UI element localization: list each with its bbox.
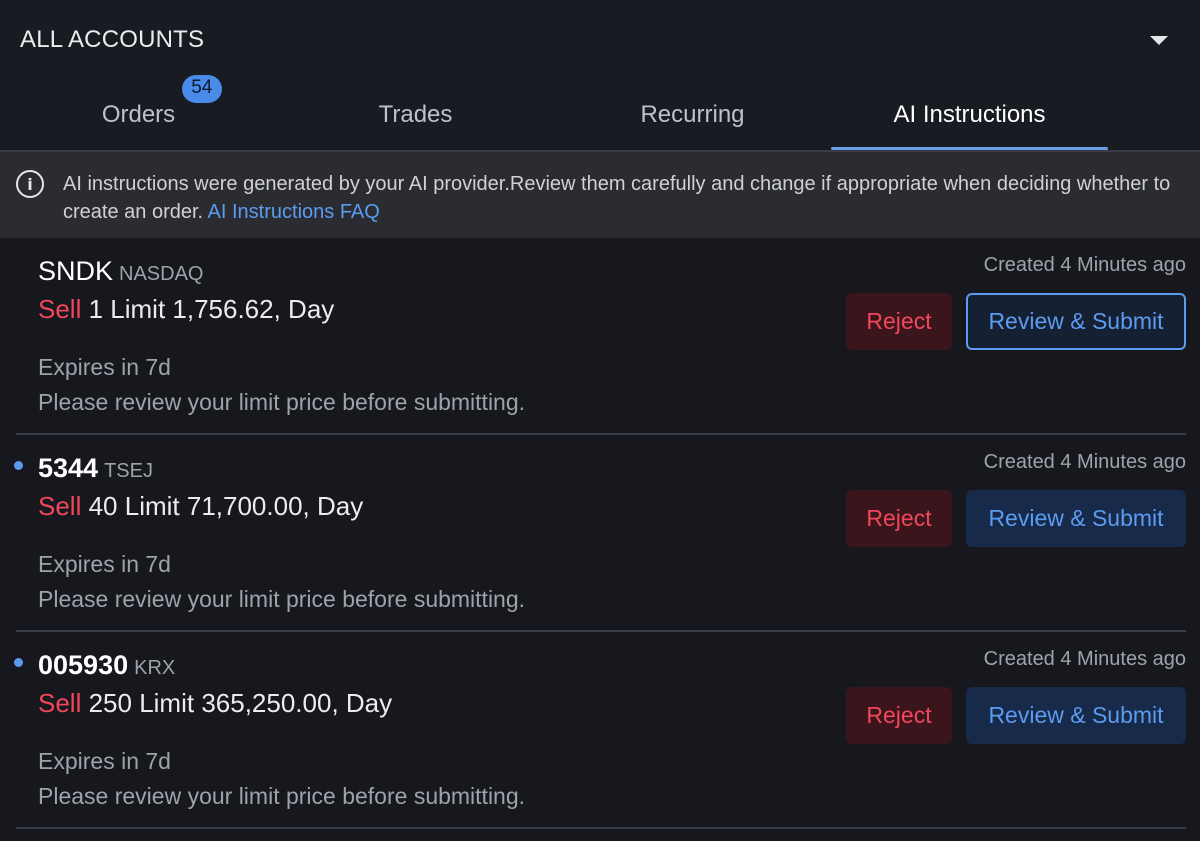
order-side: Sell (38, 491, 82, 521)
top-bar: ALL ACCOUNTS Orders 54 Trades Recurring … (0, 0, 1200, 150)
order-note: Please review your limit price before su… (38, 783, 526, 809)
chevron-down-icon[interactable] (1150, 35, 1168, 45)
order-symbol-line: 5344 TSEJ (38, 453, 153, 484)
order-note: Please review your limit price before su… (38, 586, 526, 612)
order-symbol-line: SNDK NASDAQ (38, 256, 203, 287)
ai-instructions-faq-link[interactable]: AI Instructions FAQ (208, 201, 380, 223)
order-details: 40 Limit 71,700.00, Day (88, 491, 364, 521)
list-item: SNDK NASDAQ Sell 1 Limit 1,756.62, Day Ex… (0, 238, 1200, 435)
order-symbol-line: 005930 KRX (38, 650, 175, 681)
account-selector[interactable]: ALL ACCOUNTS (0, 0, 1200, 80)
order-symbol: SNDK (38, 256, 114, 286)
unread-dot-icon (14, 658, 23, 667)
order-description: Sell 250 Limit 365,250.00, Day (38, 688, 392, 719)
order-exchange: TSEJ (104, 460, 153, 482)
order-expiry: Expires in 7d (38, 354, 171, 380)
ai-instructions-list: SNDK NASDAQ Sell 1 Limit 1,756.62, Day Ex… (0, 238, 1200, 829)
list-item: 5344 TSEJ Sell 40 Limit 71,700.00, Day Ex… (0, 435, 1200, 632)
tab-trades-label: Trades (378, 101, 453, 128)
tab-bar: Orders 54 Trades Recurring AI Instructio… (0, 75, 1200, 150)
reject-button[interactable]: Reject (846, 490, 952, 547)
info-banner: i AI instructions were generated by your… (0, 152, 1200, 238)
divider (16, 827, 1186, 829)
order-created-time: Created 4 Minutes ago (983, 254, 1186, 276)
tab-orders-label: Orders (101, 101, 176, 128)
reject-button[interactable]: Reject (846, 687, 952, 744)
order-details: 1 Limit 1,756.62, Day (88, 294, 335, 324)
order-details: 250 Limit 365,250.00, Day (88, 688, 393, 718)
tab-ai-instructions[interactable]: AI Instructions (831, 80, 1108, 150)
order-description: Sell 1 Limit 1,756.62, Day (38, 294, 334, 325)
tab-orders[interactable]: Orders 54 (0, 75, 277, 150)
order-created-time: Created 4 Minutes ago (983, 648, 1186, 670)
reject-button[interactable]: Reject (846, 293, 952, 350)
review-submit-button[interactable]: Review & Submit (966, 293, 1186, 350)
order-created-time: Created 4 Minutes ago (983, 451, 1186, 473)
order-expiry: Expires in 7d (38, 748, 171, 774)
order-note: Please review your limit price before su… (38, 389, 526, 415)
order-symbol: 5344 (38, 453, 99, 483)
review-submit-button[interactable]: Review & Submit (966, 490, 1186, 547)
info-banner-text: AI instructions were generated by your A… (63, 170, 1180, 226)
order-exchange: NASDAQ (119, 263, 204, 285)
order-exchange: KRX (134, 657, 176, 679)
tab-trades[interactable]: Trades (277, 80, 554, 150)
order-side: Sell (38, 294, 82, 324)
account-selector-label: ALL ACCOUNTS (20, 26, 205, 53)
orders-count-badge: 54 (181, 75, 222, 103)
tab-recurring-label: Recurring (640, 101, 745, 128)
order-description: Sell 40 Limit 71,700.00, Day (38, 491, 363, 522)
unread-dot-icon (14, 461, 23, 470)
tab-recurring[interactable]: Recurring (554, 80, 831, 150)
list-item: 005930 KRX Sell 250 Limit 365,250.00, Day… (0, 632, 1200, 829)
order-symbol: 005930 (38, 650, 129, 680)
info-icon: i (16, 170, 44, 198)
order-side: Sell (38, 688, 82, 718)
tab-ai-instructions-label: AI Instructions (893, 101, 1046, 128)
order-expiry: Expires in 7d (38, 551, 171, 577)
review-submit-button[interactable]: Review & Submit (966, 687, 1186, 744)
